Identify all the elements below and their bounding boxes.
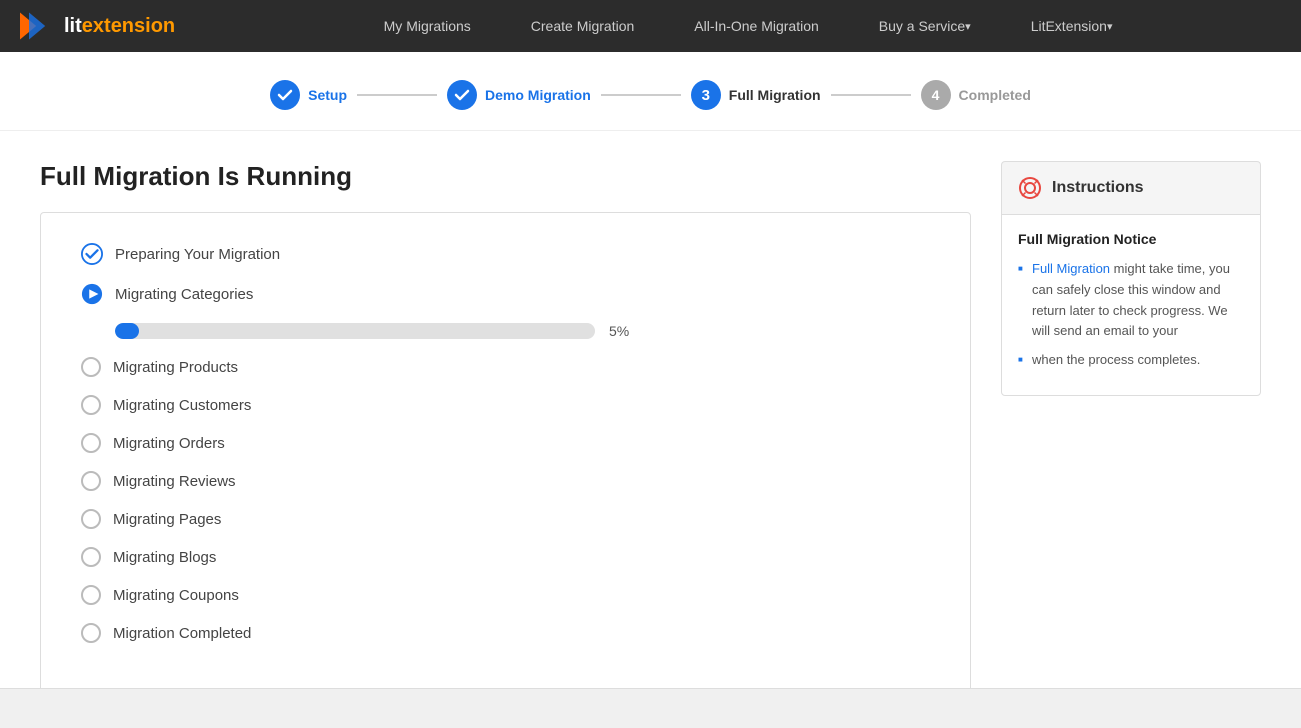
connector-3 [831,94,911,96]
orders-label: Migrating Orders [113,435,225,452]
migration-item-categories: Migrating Categories [81,283,930,305]
checkmark-icon-2 [454,87,470,103]
coupons-radio-icon [81,585,101,605]
instructions-header: Instructions [1001,161,1261,214]
products-radio-icon [81,357,101,377]
instructions-body: Full Migration Notice Full Migration mig… [1001,214,1261,396]
pages-radio-icon [81,509,101,529]
step-full: 3 Full Migration [691,80,821,110]
logo-icon [20,8,56,44]
nav-litextension[interactable]: LitExtension [1001,0,1143,52]
instruction-text-2: when the process completes. [1032,352,1200,367]
step-completed: 4 Completed [921,80,1031,110]
migration-item-complete: Migration Completed [81,623,930,643]
customers-label: Migrating Customers [113,397,251,414]
complete-radio-icon [81,623,101,643]
prepare-check-icon [81,243,103,265]
step-completed-label: Completed [959,87,1031,103]
instructions-title: Instructions [1052,179,1144,197]
connector-1 [357,94,437,96]
step-demo-label: Demo Migration [485,87,591,103]
step-setup: Setup [270,80,347,110]
categories-label: Migrating Categories [115,286,253,303]
instructions-subtitle: Full Migration Notice [1018,231,1244,247]
step-setup-label: Setup [308,87,347,103]
migration-item-customers: Migrating Customers [81,395,930,415]
migration-item-blogs: Migrating Blogs [81,547,930,567]
coupons-label: Migrating Coupons [113,587,239,604]
page-title: Full Migration Is Running [40,161,971,192]
nav-all-in-one[interactable]: All-In-One Migration [664,0,849,52]
migration-item-pages: Migrating Pages [81,509,930,529]
nav-my-migrations[interactable]: My Migrations [354,0,501,52]
navbar: litextension My Migrations Create Migrat… [0,0,1301,52]
main-content: Full Migration Is Running Preparing Your… [0,131,1301,722]
customers-radio-icon [81,395,101,415]
checkmark-icon [277,87,293,103]
bottom-bar [0,688,1301,728]
step-demo: Demo Migration [447,80,591,110]
migration-item-products: Migrating Products [81,357,930,377]
step-full-circle: 3 [691,80,721,110]
progress-bar-fill [115,323,139,339]
step-completed-circle: 4 [921,80,951,110]
migration-item-prepare: Preparing Your Migration [81,243,930,265]
progress-percent: 5% [609,323,644,339]
stepper: Setup Demo Migration 3 Full Migration 4 … [0,52,1301,131]
complete-label: Migration Completed [113,625,251,642]
step-demo-circle [447,80,477,110]
lifebuoy-icon [1018,176,1042,200]
step-setup-circle [270,80,300,110]
blogs-radio-icon [81,547,101,567]
migration-panel: Full Migration Is Running Preparing Your… [40,161,971,692]
instructions-panel: Instructions Full Migration Notice Full … [1001,161,1261,692]
instruction-text-1: Full Migration might take time, you can … [1032,261,1230,338]
progress-row: 5% [115,323,930,339]
full-migration-link[interactable]: Full Migration [1032,261,1110,276]
instruction-item-1: Full Migration might take time, you can … [1018,259,1244,342]
progress-bar-bg [115,323,595,339]
instructions-list: Full Migration might take time, you can … [1018,259,1244,371]
connector-2 [601,94,681,96]
reviews-radio-icon [81,471,101,491]
pages-label: Migrating Pages [113,511,221,528]
blogs-label: Migrating Blogs [113,549,216,566]
migration-box: Preparing Your Migration Migrating Categ… [40,212,971,692]
migration-item-coupons: Migrating Coupons [81,585,930,605]
orders-radio-icon [81,433,101,453]
migration-item-reviews: Migrating Reviews [81,471,930,491]
products-label: Migrating Products [113,359,238,376]
brand-logo[interactable]: litextension [20,8,175,44]
nav-links: My Migrations Create Migration All-In-On… [215,0,1281,52]
categories-play-icon [81,283,103,305]
nav-create-migration[interactable]: Create Migration [501,0,665,52]
reviews-label: Migrating Reviews [113,473,236,490]
instruction-item-2: when the process completes. [1018,350,1244,371]
step-full-label: Full Migration [729,87,821,103]
logo-text: litextension [64,15,175,38]
migration-item-orders: Migrating Orders [81,433,930,453]
nav-buy-service[interactable]: Buy a Service [849,0,1001,52]
prepare-label: Preparing Your Migration [115,246,280,263]
